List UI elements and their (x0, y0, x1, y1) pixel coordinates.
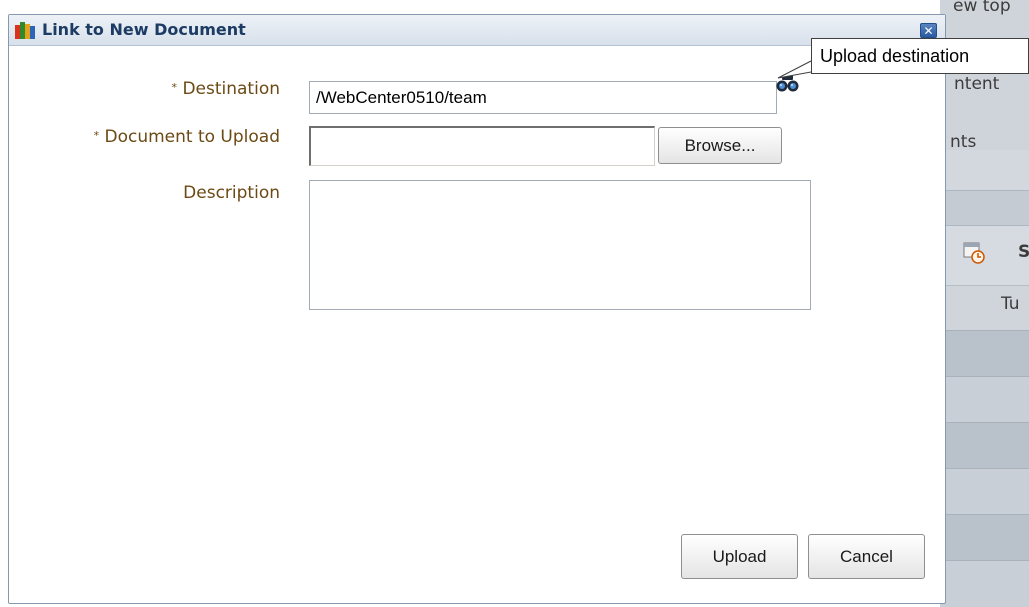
description-label: Description (9, 183, 280, 203)
background-text: S (1018, 242, 1029, 262)
upload-destination-tooltip: Upload destination (811, 38, 1029, 74)
description-field[interactable] (309, 180, 811, 310)
document-to-upload-label: * Document to Upload (9, 127, 280, 147)
close-icon: ✕ (923, 24, 934, 38)
required-marker: * (93, 129, 100, 142)
tooltip-pointer (777, 60, 812, 79)
background-application: ew top ntent nts S Tu (940, 0, 1029, 607)
background-row (940, 422, 1029, 469)
background-row (940, 514, 1029, 561)
upload-button[interactable]: Upload (681, 534, 798, 579)
background-text: ntent (954, 74, 1000, 94)
dialog-header: Link to New Document ✕ (9, 15, 945, 46)
destination-label-text: Destination (182, 79, 280, 99)
destination-label: * Destination (9, 79, 280, 99)
background-text: Tu (1001, 294, 1020, 314)
background-band (940, 190, 1029, 226)
background-band (940, 150, 1029, 190)
link-to-new-document-dialog: Link to New Document ✕ * Destination /We… (8, 14, 946, 604)
required-marker: * (171, 81, 178, 94)
cancel-button[interactable]: Cancel (808, 534, 925, 579)
description-label-text: Description (183, 183, 280, 203)
page: ew top ntent nts S Tu Link to New Docume… (0, 0, 1029, 607)
background-row (940, 330, 1029, 377)
background-text: nts (950, 132, 977, 152)
browse-button[interactable]: Browse... (658, 127, 782, 164)
dialog-title: Link to New Document (42, 20, 246, 39)
close-button[interactable]: ✕ (920, 23, 937, 38)
document-file-field[interactable] (309, 126, 655, 166)
background-text: ew top (953, 0, 1011, 16)
background-row (940, 376, 1029, 423)
calendar-clock-icon[interactable] (963, 240, 985, 264)
background-row (940, 468, 1029, 515)
document-to-upload-label-text: Document to Upload (104, 127, 280, 147)
background-row (940, 560, 1029, 607)
app-icon (15, 22, 35, 39)
destination-field[interactable] (309, 81, 777, 114)
